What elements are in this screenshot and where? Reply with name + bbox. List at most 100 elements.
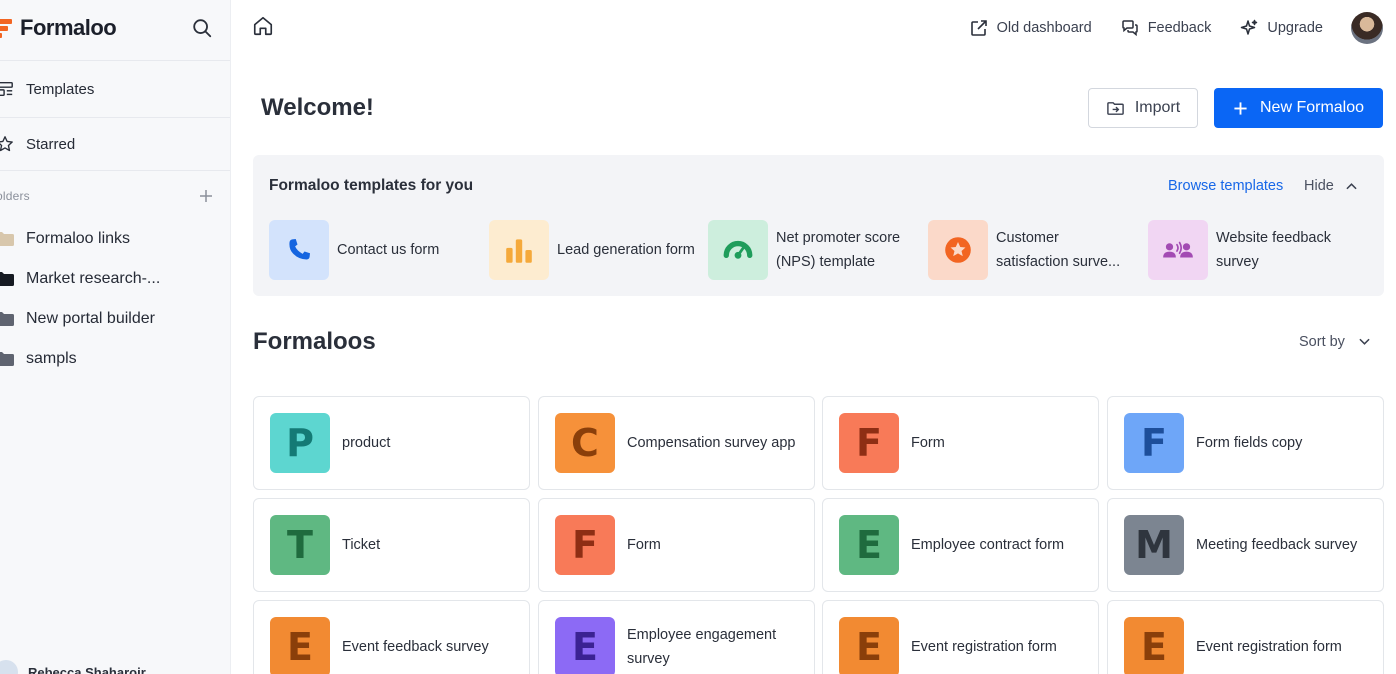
formaloo-card[interactable]: F Form fields copy: [1107, 396, 1384, 490]
chevron-down-icon: [1359, 338, 1370, 345]
new-formaloo-button[interactable]: New Formaloo: [1214, 88, 1383, 128]
user-name: Rebecca Shaharoir...: [28, 664, 156, 674]
folder-icon: [0, 312, 14, 326]
formaloo-name: Compensation survey app: [627, 435, 796, 451]
formaloo-card[interactable]: C Compensation survey app: [538, 396, 815, 490]
formaloo-card[interactable]: E Event feedback survey: [253, 600, 530, 674]
folder-label: New portal builder: [26, 310, 155, 327]
formaloo-card[interactable]: F Form: [538, 498, 815, 592]
section-title: Formaloos: [253, 328, 376, 355]
formaloo-card[interactable]: T Ticket: [253, 498, 530, 592]
template-card[interactable]: Net promoter score (NPS) template: [708, 220, 918, 280]
avatar: [0, 660, 18, 674]
formaloo-logo-icon: [0, 17, 14, 39]
folder-item[interactable]: Market research-...: [0, 264, 160, 294]
import-label: Import: [1134, 99, 1181, 116]
folder-item[interactable]: New portal builder: [0, 304, 155, 334]
templates-panel: Formaloo templates for you Browse templa…: [253, 155, 1384, 296]
avatar[interactable]: [1351, 12, 1383, 44]
hide-templates-button[interactable]: Hide: [1304, 178, 1357, 194]
add-folder-icon[interactable]: [197, 187, 215, 205]
sidebar-divider: [0, 117, 230, 118]
formaloo-card[interactable]: F Form: [822, 396, 1099, 490]
formaloo-name: product: [342, 435, 391, 451]
formaloo-letter-icon: P: [270, 413, 330, 473]
folders-heading: olders: [0, 189, 30, 203]
template-card[interactable]: Customer satisfaction surve...: [928, 220, 1138, 280]
template-card[interactable]: Website feedback survey: [1148, 220, 1358, 280]
feedback-label: Feedback: [1147, 20, 1212, 36]
folder-item[interactable]: Formaloo links: [0, 224, 130, 254]
sidebar-item-starred[interactable]: Starred: [0, 128, 230, 160]
formaloo-card[interactable]: M Meeting feedback survey: [1107, 498, 1384, 592]
template-name-truncated: satisfaction surve...: [996, 254, 1121, 270]
formaloo-letter-icon: F: [839, 413, 899, 473]
formaloo-letter-icon: E: [1124, 617, 1184, 674]
upgrade-link[interactable]: Upgrade: [1239, 18, 1323, 38]
hide-label: Hide: [1304, 178, 1334, 194]
sort-by-label: Sort by: [1299, 334, 1345, 350]
template-name: Customer satisfaction surve...: [996, 226, 1120, 274]
people-icon: [1148, 220, 1208, 280]
old-dashboard-link[interactable]: Old dashboard: [969, 18, 1092, 38]
chevron-up-icon: [1346, 183, 1357, 190]
formaloo-name: Employee engagement survey: [627, 627, 777, 667]
brand-logo[interactable]: Formaloo: [0, 14, 117, 42]
formaloo-letter-icon: T: [270, 515, 330, 575]
sidebar-item-label: Templates: [26, 80, 95, 98]
formaloo-letter-icon: E: [555, 617, 615, 674]
formaloo-name: Event registration form: [1196, 639, 1342, 655]
folder-icon: [0, 272, 14, 286]
formaloo-name: Meeting feedback survey: [1196, 537, 1358, 553]
folder-item[interactable]: sampls: [0, 344, 77, 374]
formaloo-letter-icon: E: [270, 617, 330, 674]
formaloo-name: Form fields copy: [1196, 435, 1303, 451]
template-name: Contact us form: [337, 242, 440, 258]
formaloo-name: Form: [627, 537, 661, 553]
import-button[interactable]: Import: [1088, 88, 1198, 128]
star-badge-icon: [928, 220, 988, 280]
phone-icon: [269, 220, 329, 280]
plus-icon: [1234, 101, 1247, 115]
formaloo-card[interactable]: Pproduct: [253, 396, 530, 490]
formaloo-card[interactable]: E Employee contract form: [822, 498, 1099, 592]
formaloo-name: Employee contract form: [911, 537, 1065, 553]
sparkle-icon: [1241, 19, 1258, 35]
template-name: Lead generation form: [557, 242, 695, 258]
sidebar-item-label: Starred: [26, 135, 76, 153]
folder-label: Market research-...: [26, 270, 161, 287]
formaloo-letter-icon: E: [839, 617, 899, 674]
folder-icon: [0, 232, 14, 246]
star-icon: [0, 135, 14, 153]
formaloo-card[interactable]: E Event registration form: [1107, 600, 1384, 674]
sidebar: Formaloo Templates Starred olders Formal…: [0, 0, 231, 674]
formaloo-card[interactable]: E Event registration form: [822, 600, 1099, 674]
browse-templates-link[interactable]: Browse templates: [1168, 178, 1283, 194]
formaloo-letter-icon: M: [1124, 515, 1184, 575]
user-profile[interactable]: Rebecca Shaharoir...: [0, 660, 156, 674]
template-card[interactable]: Contact us form: [269, 220, 479, 280]
formaloo-card[interactable]: E Employee engagement survey: [538, 600, 815, 674]
bar-chart-icon: [489, 220, 549, 280]
templates-title: Formaloo templates for you: [269, 177, 474, 194]
template-name: Net promoter score (NPS) template: [776, 230, 901, 270]
sidebar-item-templates[interactable]: Templates: [0, 73, 230, 105]
template-name-line: Customer: [996, 230, 1059, 246]
formaloo-name: Event registration form: [911, 639, 1057, 655]
template-name: Website feedback survey: [1216, 230, 1331, 270]
formaloo-name: Event feedback survey: [342, 639, 489, 655]
folder-import-icon: [1107, 101, 1124, 115]
chat-bubbles-icon: [1121, 20, 1138, 37]
top-navigation: Old dashboard Feedback Upgrade: [969, 12, 1396, 44]
upgrade-label: Upgrade: [1267, 20, 1323, 36]
search-icon[interactable]: [191, 17, 213, 39]
folder-icon: [0, 352, 14, 366]
page-title: Welcome!: [261, 94, 374, 121]
home-icon[interactable]: [252, 15, 274, 37]
feedback-link[interactable]: Feedback: [1120, 18, 1212, 38]
external-link-icon: [970, 20, 987, 36]
sort-by-dropdown[interactable]: Sort by: [1299, 334, 1370, 350]
formaloo-letter-icon: F: [555, 515, 615, 575]
template-card[interactable]: Lead generation form: [489, 220, 699, 280]
formaloo-name: Form: [911, 435, 945, 451]
